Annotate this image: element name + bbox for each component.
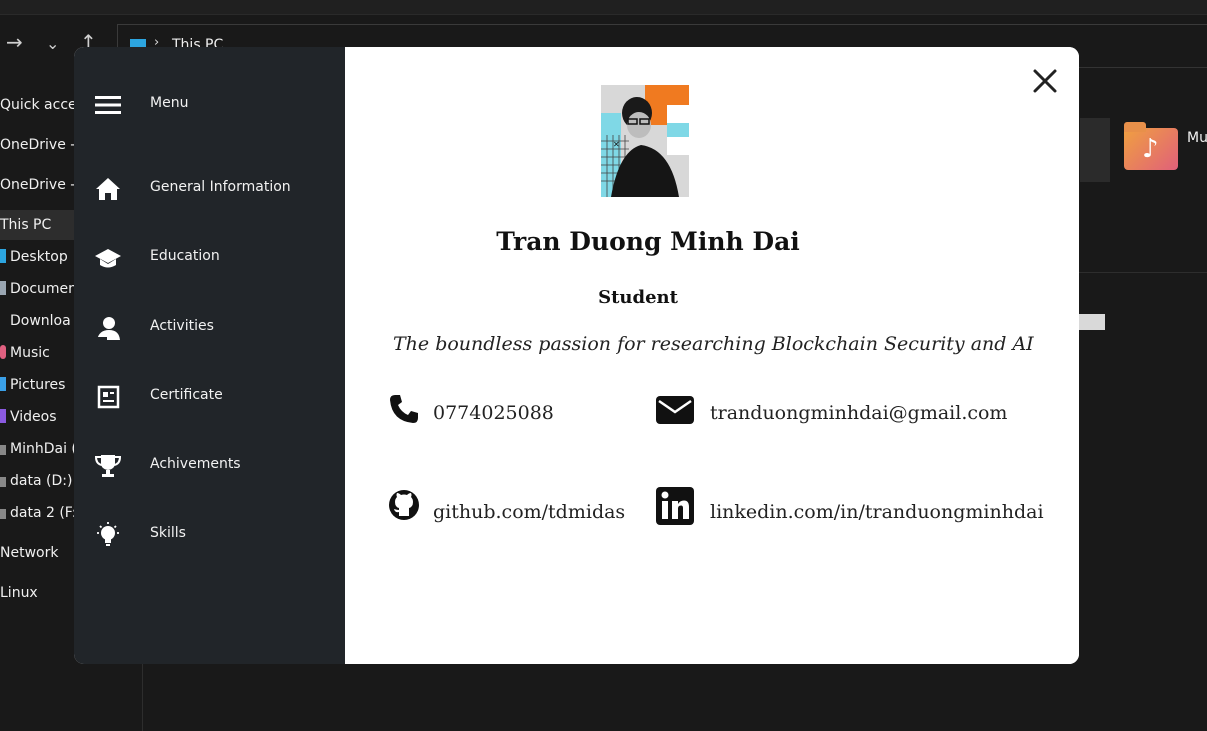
hamburger-icon [95, 96, 121, 114]
sidebar-linux[interactable]: Linux [0, 585, 38, 601]
menu-toggle[interactable]: Menu [74, 84, 345, 124]
menu-item-certificate[interactable]: Certificate [74, 376, 345, 416]
sidebar-minhdai-drive[interactable]: MinhDai ( [0, 441, 77, 457]
profile-modal: Menu General Information Education Activ… [74, 47, 1079, 664]
music-folder-icon[interactable]: ♪ [1124, 122, 1178, 170]
sidebar-pictures[interactable]: Pictures [0, 377, 65, 393]
documents-icon [0, 281, 6, 295]
certificate-icon [97, 385, 120, 409]
svg-text:✕: ✕ [613, 140, 620, 149]
explorer-title-bar [0, 0, 1207, 15]
profile-tagline: The boundless passion for researching Bl… [393, 333, 1034, 355]
sidebar-music[interactable]: Music [0, 345, 50, 361]
menu-item-label: Skills [150, 525, 186, 541]
pictures-icon [0, 377, 6, 391]
menu-item-education[interactable]: Education [74, 237, 345, 277]
menu-item-label: General Information [150, 179, 291, 195]
linkedin-link[interactable]: linkedin.com/in/tranduongminhdai [710, 501, 1044, 523]
sidebar-quick-access[interactable]: Quick acces [0, 97, 84, 113]
drive-usage-bar [1078, 314, 1105, 330]
drive-icon [0, 445, 6, 455]
side-menu: Menu General Information Education Activ… [74, 47, 345, 664]
sidebar-this-pc[interactable]: This PC [0, 217, 51, 233]
user-icon [97, 317, 120, 340]
sidebar-onedrive-2[interactable]: OneDrive - [0, 177, 75, 193]
profile-name: Tran Duong Minh Dai [496, 227, 800, 256]
home-icon [96, 178, 120, 200]
music-icon [0, 345, 6, 359]
phone-number[interactable]: 0774025088 [433, 402, 554, 424]
menu-item-label: Education [150, 248, 220, 264]
lightbulb-icon [97, 522, 119, 546]
sidebar-network[interactable]: Network [0, 545, 58, 561]
graduation-cap-icon [95, 249, 121, 268]
drive-icon [0, 509, 6, 519]
menu-item-label: Certificate [150, 387, 223, 403]
trophy-icon [94, 455, 122, 477]
sidebar-videos[interactable]: Videos [0, 409, 57, 425]
phone-icon [390, 395, 418, 423]
drive-icon [0, 477, 6, 487]
sidebar-documents[interactable]: Documen [0, 281, 77, 297]
github-link[interactable]: github.com/tdmidas [433, 501, 625, 523]
github-icon [389, 490, 419, 520]
downloads-icon [0, 313, 6, 327]
videos-icon [0, 409, 6, 423]
sidebar-desktop[interactable]: Desktop [0, 249, 68, 265]
menu-item-general-information[interactable]: General Information [74, 168, 345, 208]
chevron-down-icon[interactable]: ⌄ [46, 34, 59, 53]
profile-role: Student [598, 287, 678, 308]
email-link[interactable]: tranduongminhdai@gmail.com [710, 402, 1007, 424]
menu-item-achivements[interactable]: Achivements [74, 445, 345, 485]
menu-item-activities[interactable]: Activities [74, 307, 345, 347]
menu-item-label: Achivements [150, 456, 241, 472]
sidebar-onedrive-1[interactable]: OneDrive - [0, 137, 75, 153]
folder-tile[interactable] [1080, 118, 1110, 182]
menu-item-label: Activities [150, 318, 214, 334]
sidebar-downloads[interactable]: Downloa [0, 313, 71, 329]
profile-content: ✕ Tran Duong Minh Dai Student The boundl… [345, 47, 1079, 664]
avatar: ✕ [601, 85, 689, 197]
music-folder-label: Mu [1187, 130, 1207, 146]
sidebar-data-d[interactable]: data (D:) [0, 473, 72, 489]
linkedin-icon [656, 487, 694, 525]
menu-item-skills[interactable]: Skills [74, 514, 345, 554]
envelope-icon [656, 396, 694, 424]
desktop-icon [0, 249, 6, 263]
divider [1078, 272, 1207, 273]
forward-arrow-icon[interactable]: → [6, 30, 23, 54]
close-icon[interactable] [1029, 65, 1061, 97]
menu-header-label: Menu [150, 95, 189, 111]
sidebar-data-f[interactable]: data 2 (F:) [0, 505, 82, 521]
